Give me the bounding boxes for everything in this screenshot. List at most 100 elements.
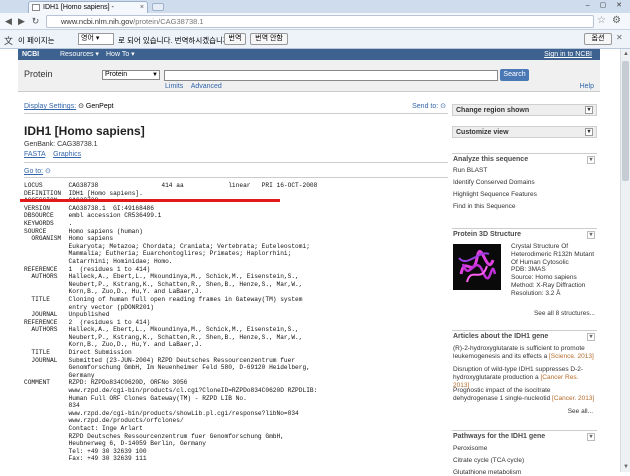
- advanced-link[interactable]: Advanced: [191, 83, 222, 90]
- pathway-link[interactable]: Peroxisome: [453, 445, 487, 452]
- goto-label: Go to:: [24, 168, 44, 175]
- address-bar[interactable]: www.ncbi.nlm.nih.gov/protein/CAG38738.1: [46, 15, 594, 28]
- structure-name-link[interactable]: Crystal Structure Of Heterodimeric R132h…: [511, 243, 596, 266]
- conserved-domains-link[interactable]: Identify Conserved Domains: [453, 179, 535, 186]
- sign-in-link[interactable]: Sign in to NCBI: [544, 49, 592, 60]
- language-value: 영어: [81, 35, 94, 42]
- back-icon[interactable]: ◀: [3, 16, 14, 27]
- tab-bar: IDH1 [Homo sapiens] - × – ▢ ✕: [0, 0, 630, 13]
- translate-icon: 文: [4, 36, 14, 46]
- tab-title: IDH1 [Homo sapiens] -: [43, 4, 114, 11]
- translate-message-2: 로 되어 있습니다. 번역하시겠습니까?: [118, 36, 235, 45]
- article-link[interactable]: Disruption of wild-type IDH1 suppresses …: [453, 366, 595, 389]
- ncbi-header: NCBI Resources ▾ How To ▾ Sign in to NCB…: [18, 49, 600, 60]
- scroll-down-icon[interactable]: ▼: [622, 463, 630, 471]
- database-select[interactable]: Protein ▼: [102, 70, 160, 80]
- search-button[interactable]: Search: [500, 69, 529, 81]
- divider: [24, 113, 448, 114]
- goto-link[interactable]: Go to: ⊙: [24, 167, 51, 175]
- structure-source: Source: Homo sapiens: [511, 274, 577, 282]
- customize-view-label: Customize view: [456, 129, 509, 136]
- record-column: Display Settings: ⊙ GenPept Send to: ⊙ I…: [20, 99, 448, 472]
- search-input[interactable]: [164, 70, 498, 81]
- pathways-section-title: Pathways for the IDH1 gene ▾: [452, 430, 597, 441]
- database-select-value: Protein: [105, 71, 128, 78]
- bookmark-star-icon[interactable]: ☆: [597, 15, 606, 26]
- language-select[interactable]: 영어 ▾: [78, 33, 114, 45]
- scroll-up-icon[interactable]: ▲: [622, 50, 630, 58]
- how-to-menu[interactable]: How To ▾: [106, 49, 135, 60]
- scrollbar-thumb[interactable]: [622, 61, 629, 181]
- page-content: NCBI Resources ▾ How To ▾ Sign in to NCB…: [0, 49, 630, 476]
- reload-icon[interactable]: ↻: [30, 16, 41, 27]
- help-link[interactable]: Help: [580, 83, 594, 90]
- genpept-flatfile: LOCUS CAG38738 414 aa linear PRI 16-OCT-…: [24, 182, 318, 463]
- pathway-link[interactable]: Glutathione metabolism: [453, 469, 521, 476]
- ncbi-logo[interactable]: NCBI: [22, 49, 39, 60]
- article-link[interactable]: Prognostic impact of the isocitrate dehy…: [453, 387, 595, 403]
- no-translate-button[interactable]: 번역 안함: [250, 33, 288, 45]
- display-format: GenPept: [85, 103, 114, 110]
- url-path: /protein/CAG38738.1: [133, 17, 204, 26]
- chevron-down-icon: ▼: [152, 72, 158, 78]
- graphics-link[interactable]: Graphics: [53, 151, 81, 158]
- chevron-down-icon[interactable]: ▾: [587, 156, 595, 164]
- send-to-label: Send to:: [412, 103, 439, 110]
- pathway-link[interactable]: Citrate cycle (TCA cycle): [453, 457, 524, 464]
- article-link[interactable]: (R)-2-hydroxyglutarate is sufficient to …: [453, 345, 595, 361]
- genbank-accession: GenBank: CAG38738.1: [24, 141, 98, 148]
- browser-chrome: IDH1 [Homo sapiens] - × – ▢ ✕ ◀ ▶ ↻ www.…: [0, 0, 630, 49]
- search-links: Limits Advanced: [165, 83, 222, 90]
- structure-method: Method: X-Ray Diffraction: [511, 281, 586, 289]
- chevron-down-icon[interactable]: ▾: [587, 231, 595, 239]
- sidebar: Change region shown ▾ Customize view ▾ A…: [452, 104, 597, 476]
- display-settings-link[interactable]: Display Settings:: [24, 103, 76, 110]
- translate-close-icon[interactable]: ✕: [616, 33, 623, 42]
- window-controls[interactable]: – ▢ ✕: [586, 1, 626, 9]
- search-bar: Protein Protein ▼ Search Limits Advanced…: [18, 60, 600, 92]
- structure-resolution: Resolution: 3.2 Å: [511, 289, 561, 297]
- translate-button[interactable]: 번역: [224, 33, 246, 45]
- display-settings: Display Settings: ⊙ GenPept: [24, 102, 114, 110]
- limits-link[interactable]: Limits: [165, 83, 183, 90]
- translate-options-button[interactable]: 옵션: [584, 33, 612, 45]
- page-scrollbar[interactable]: ▲ ▼: [620, 49, 630, 472]
- database-label: Protein: [24, 69, 53, 79]
- forward-icon[interactable]: ▶: [16, 16, 27, 27]
- chevron-down-icon[interactable]: ⊙: [78, 103, 84, 110]
- chevron-down-icon[interactable]: ▾: [587, 433, 595, 441]
- see-all-structures-link[interactable]: See all 8 structures...: [534, 310, 595, 317]
- red-annotation-line: [20, 199, 280, 202]
- fasta-link[interactable]: FASTA: [24, 151, 45, 158]
- pathways-title: Pathways for the IDH1 gene: [453, 433, 546, 440]
- chevron-down-icon[interactable]: ▾: [585, 106, 593, 114]
- translate-bar: 文 이 페이지는 영어 ▾ 로 되어 있습니다. 번역하시겠습니까? 번역 번역…: [0, 30, 630, 49]
- protein-structure-image[interactable]: [453, 244, 501, 290]
- navigation-bar: ◀ ▶ ↻ www.ncbi.nlm.nih.gov/protein/CAG38…: [0, 13, 630, 30]
- run-blast-link[interactable]: Run BLAST: [453, 167, 487, 174]
- structure-info: Crystal Structure Of Heterodimeric R132h…: [511, 243, 596, 298]
- articles-section-title: Articles about the IDH1 gene ▾: [452, 330, 597, 341]
- change-region-panel[interactable]: Change region shown ▾: [452, 104, 597, 116]
- divider: [24, 162, 448, 163]
- structure-title: Protein 3D Structure: [453, 231, 522, 238]
- analyze-title: Analyze this sequence: [453, 156, 529, 163]
- url-host: www.ncbi.nlm.nih.gov: [61, 17, 134, 26]
- browser-tab[interactable]: IDH1 [Homo sapiens] - ×: [28, 1, 148, 13]
- new-tab-button[interactable]: [152, 3, 164, 11]
- article-source: [Cancer. 2013]: [552, 394, 595, 402]
- wrench-menu-icon[interactable]: ⚙: [612, 15, 621, 26]
- send-to-link[interactable]: Send to: ⊙: [412, 102, 446, 110]
- chevron-down-icon[interactable]: ▾: [587, 333, 595, 341]
- translate-message: 이 페이지는: [18, 36, 55, 45]
- chevron-down-icon[interactable]: ▾: [585, 128, 593, 136]
- find-in-sequence-link[interactable]: Find in this Sequence: [453, 203, 516, 210]
- divider: [24, 177, 448, 178]
- tab-close-icon[interactable]: ×: [140, 2, 144, 13]
- customize-view-panel[interactable]: Customize view ▾: [452, 126, 597, 138]
- see-all-articles-link[interactable]: See all...: [568, 408, 593, 415]
- change-region-label: Change region shown: [456, 107, 530, 114]
- ncbi-favicon-icon: [32, 4, 40, 11]
- highlight-features-link[interactable]: Highlight Sequence Features: [453, 191, 537, 198]
- resources-menu[interactable]: Resources ▾: [60, 49, 99, 60]
